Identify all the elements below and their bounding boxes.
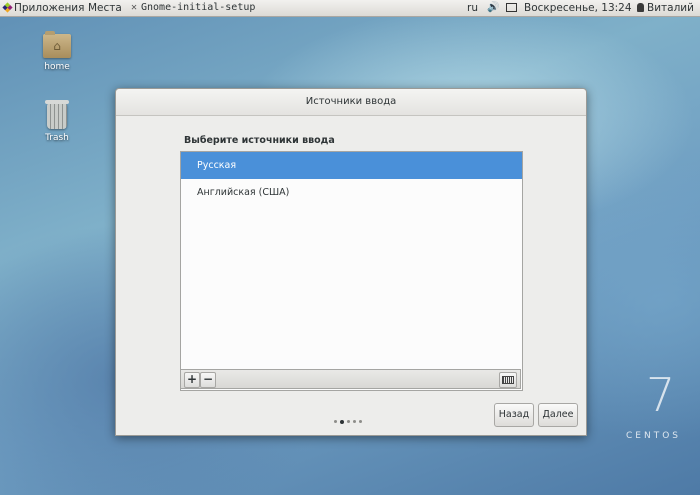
volume-icon[interactable]: 🔊 — [487, 1, 499, 15]
page-dot-active — [340, 419, 344, 424]
folder-home-icon — [43, 31, 71, 58]
page-dot — [353, 420, 356, 423]
section-heading: Выберите источники ввода — [184, 135, 335, 146]
centos-watermark-word: CENTOS — [626, 431, 681, 441]
list-item-russian[interactable]: Русская — [181, 152, 522, 179]
window-menu[interactable]: ✕ Gnome-initial-setup — [131, 1, 255, 15]
window-menu-label: Gnome-initial-setup — [141, 2, 256, 13]
desktop-icon-home[interactable]: home — [32, 31, 82, 72]
trash-icon — [45, 100, 69, 129]
network-icon[interactable] — [506, 1, 517, 15]
applications-menu[interactable]: Приложения — [2, 1, 85, 15]
page-indicator — [334, 411, 365, 430]
page-dot — [347, 420, 350, 423]
centos-watermark-number: 7 — [646, 368, 676, 422]
keyboard-icon — [502, 376, 514, 384]
add-source-button[interactable]: + — [184, 372, 200, 388]
user-name: Виталий — [647, 2, 694, 14]
input-language-indicator[interactable]: ru — [467, 1, 478, 15]
remove-source-button[interactable]: − — [200, 372, 216, 388]
list-toolbar: + − — [180, 369, 521, 389]
top-panel: Приложения Места ✕ Gnome-initial-setup ru… — [0, 0, 700, 17]
centos-logo-icon — [2, 2, 13, 13]
desktop-icon-label: Trash — [45, 133, 69, 143]
applications-menu-label: Приложения — [14, 2, 85, 14]
clock[interactable]: Воскресенье, 13:24 — [524, 1, 632, 15]
places-menu[interactable]: Места — [88, 1, 122, 15]
desktop-icon-label: home — [44, 62, 70, 72]
list-item-english-us[interactable]: Английская (США) — [181, 179, 522, 206]
input-sources-list: Русская Английская (США) — [180, 151, 523, 391]
initial-setup-dialog: Источники ввода Выберите источники ввода… — [115, 88, 587, 436]
tools-icon: ✕ — [131, 2, 138, 13]
user-icon — [637, 3, 644, 12]
page-dot — [359, 420, 362, 423]
back-button[interactable]: Назад — [494, 403, 534, 427]
user-menu[interactable]: Виталий — [637, 1, 694, 15]
page-dot — [334, 420, 337, 423]
next-button[interactable]: Далее — [538, 403, 578, 427]
keyboard-layout-button[interactable] — [499, 372, 517, 388]
dialog-title: Источники ввода — [116, 89, 586, 116]
desktop-icon-trash[interactable]: Trash — [32, 100, 82, 143]
